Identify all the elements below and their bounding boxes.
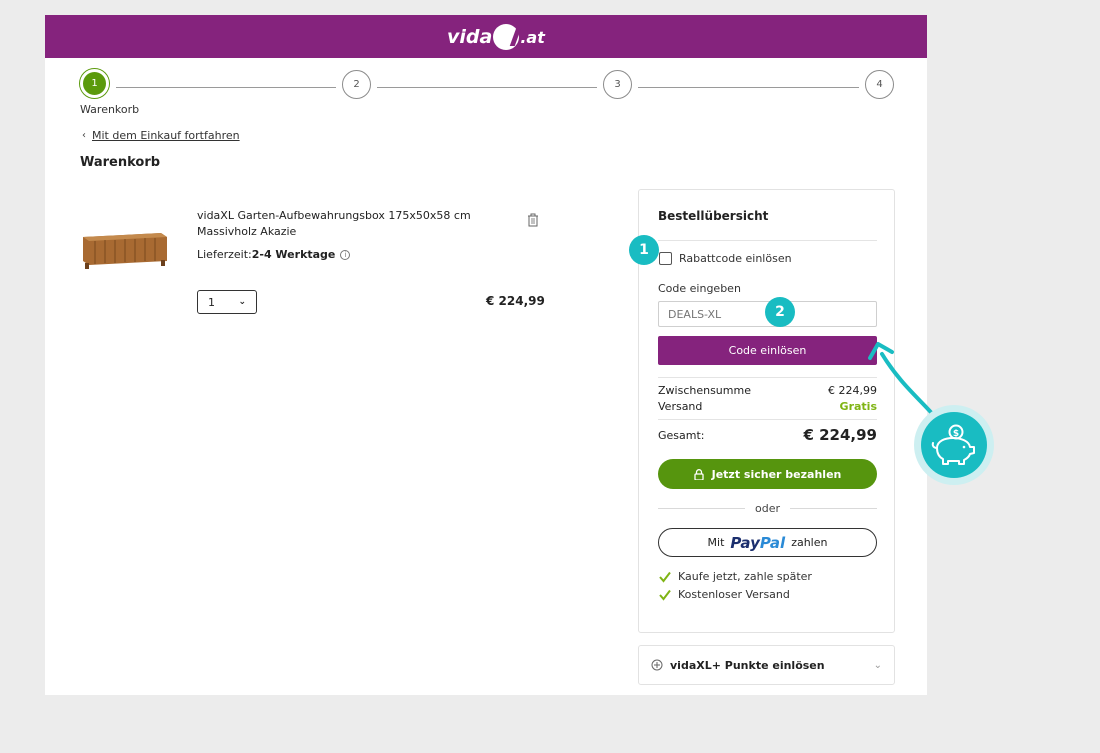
step-2: 2: [342, 70, 371, 99]
secure-pay-button[interactable]: Jetzt sicher bezahlen: [658, 459, 877, 489]
or-text: oder: [755, 502, 781, 515]
total-row: Gesamt: € 224,99: [658, 426, 877, 444]
delivery-value: 2-4 Werktage: [251, 248, 336, 261]
checkmark-icon: [659, 571, 671, 583]
points-label: vidaXL+ Punkte einlösen: [670, 658, 825, 672]
header-bar: vida .at: [45, 15, 927, 58]
secure-pay-label: Jetzt sicher bezahlen: [711, 467, 842, 481]
logo-x-mark: [493, 24, 520, 50]
lock-icon: [693, 468, 704, 480]
step-1: 1: [80, 69, 109, 98]
piggy-bank-icon: $: [931, 424, 975, 465]
divider: [658, 377, 877, 378]
coupon-checkbox-label: Rabattcode einlösen: [679, 252, 792, 265]
benefit-label: Kaufe jetzt, zahle später: [678, 570, 812, 583]
subtotal-label: Zwischensumme: [658, 384, 751, 397]
or-divider: oder: [658, 502, 878, 515]
step-connector: [116, 87, 336, 88]
paypal-logo: PayPal: [730, 533, 786, 552]
total-label: Gesamt:: [658, 428, 705, 442]
chevron-down-icon: ⌄: [238, 297, 246, 307]
step-1-label: Warenkorb: [80, 103, 140, 116]
continue-shopping-label: Mit dem Einkauf fortfahren: [92, 129, 240, 142]
points-icon: [651, 659, 663, 671]
order-summary: Bestellübersicht Rabattcode einlösen Cod…: [638, 189, 895, 633]
item-price: € 224,99: [486, 294, 545, 308]
delivery-label: Lieferzeit:: [197, 248, 252, 261]
step-connector: [638, 87, 859, 88]
redeem-code-button[interactable]: Code einlösen: [658, 336, 877, 365]
coupon-checkbox-row[interactable]: Rabattcode einlösen: [659, 252, 792, 265]
annotation-badge-2: 2: [765, 297, 795, 327]
benefit-item: Kostenloser Versand: [659, 588, 790, 601]
step-4: 4: [865, 70, 894, 99]
product-name[interactable]: vidaXL Garten-Aufbewahrungsbox 175x50x58…: [197, 208, 522, 240]
points-accordion[interactable]: vidaXL+ Punkte einlösen ⌄: [638, 645, 895, 685]
checkmark-icon: [659, 589, 671, 601]
piggy-bank-badge: $: [914, 405, 994, 485]
shipping-label: Versand: [658, 400, 703, 413]
continue-shopping-link[interactable]: ‹ Mit dem Einkauf fortfahren: [82, 129, 240, 142]
info-icon[interactable]: i: [340, 249, 351, 260]
shipping-row: Versand Gratis: [658, 400, 877, 413]
divider: [658, 419, 877, 420]
annotation-badge-1: 1: [629, 235, 659, 265]
subtotal-row: Zwischensumme € 224,99: [658, 384, 877, 397]
code-label: Code eingeben: [658, 282, 741, 295]
paypal-prefix: Mit: [707, 536, 725, 549]
trash-icon[interactable]: [527, 213, 539, 227]
quantity-select[interactable]: 1 ⌄: [197, 290, 257, 314]
chevron-down-icon: ⌄: [873, 659, 882, 671]
chevron-left-icon: ‹: [82, 130, 86, 141]
divider: [658, 240, 877, 241]
summary-title: Bestellübersicht: [658, 209, 769, 223]
product-image[interactable]: [81, 229, 169, 271]
paypal-suffix: zahlen: [791, 536, 828, 549]
page-title: Warenkorb: [80, 155, 161, 170]
step-3: 3: [603, 70, 632, 99]
delivery-time: Lieferzeit: 2-4 Werktage i: [197, 248, 351, 261]
step-connector: [377, 87, 597, 88]
quantity-value: 1: [208, 295, 215, 309]
paypal-button[interactable]: Mit PayPal zahlen: [658, 528, 877, 557]
benefit-item: Kaufe jetzt, zahle später: [659, 570, 812, 583]
coupon-checkbox[interactable]: [659, 252, 672, 265]
logo-tld: .at: [520, 27, 545, 47]
logo-text: vida: [447, 26, 493, 48]
page-container: vida .at 1 2 3 4 Warenkorb ‹ Mit dem Eink…: [45, 15, 927, 695]
benefit-label: Kostenloser Versand: [678, 588, 790, 601]
vidaxl-logo[interactable]: vida .at: [447, 23, 545, 51]
